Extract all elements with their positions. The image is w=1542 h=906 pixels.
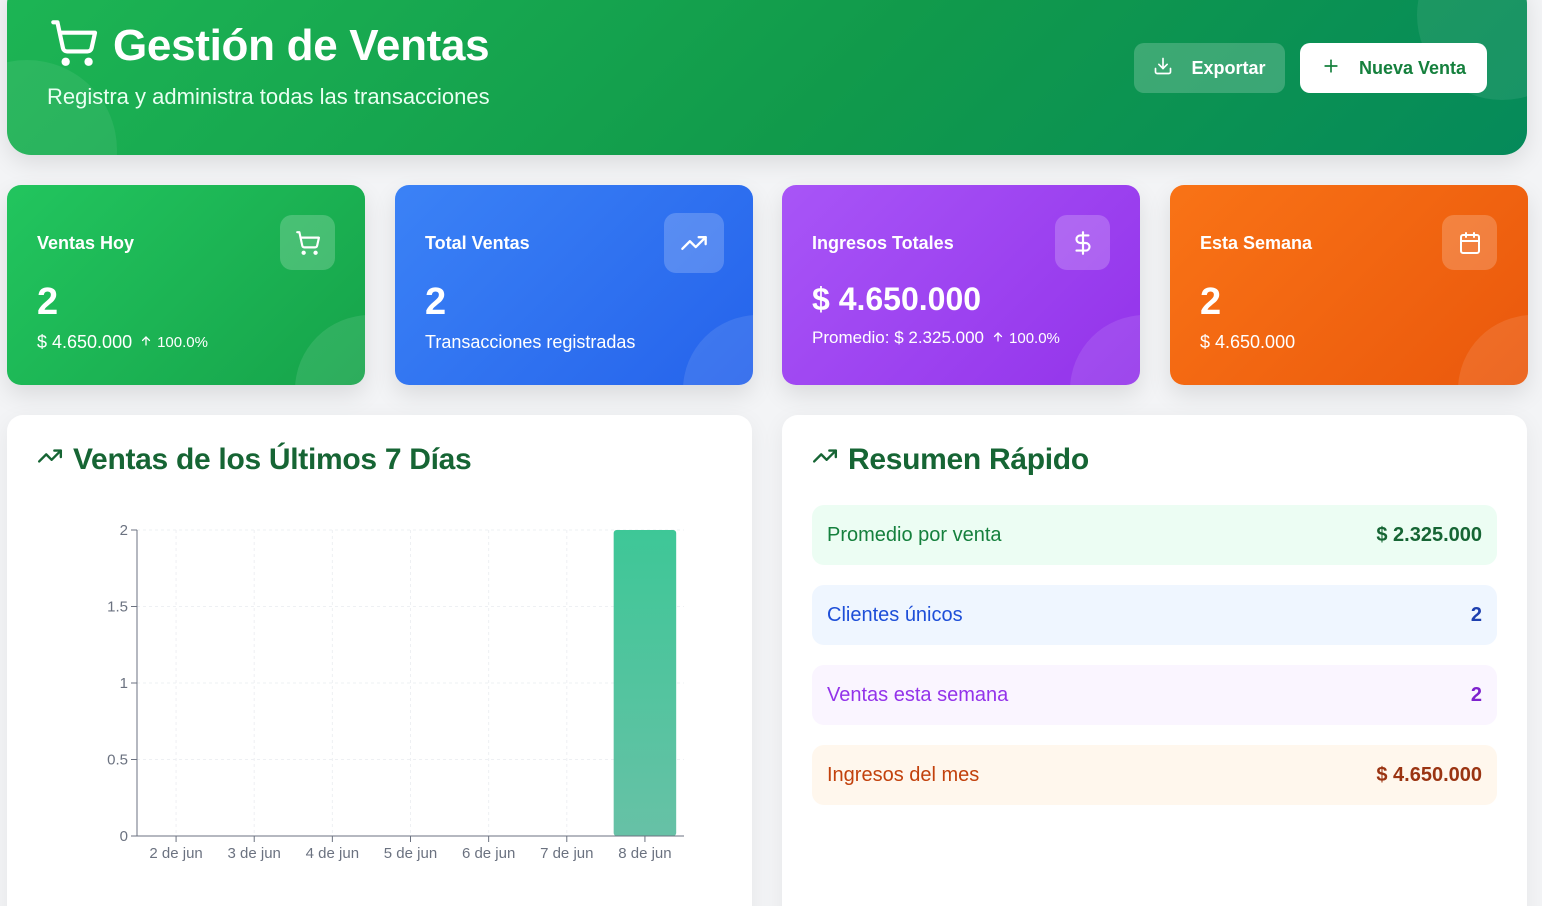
stat-sub-text: Promedio: $ 2.325.000 [812,328,985,347]
trending-up-icon [664,213,724,273]
stat-sub-text: $ 4.650.000 [1200,332,1296,352]
trend-value: 100.0% [1009,329,1060,347]
summary-row-week-sales: Ventas esta semana 2 [812,665,1497,725]
summary-row-clients: Clientes únicos 2 [812,585,1497,645]
quick-summary-panel: Resumen Rápido Promedio por venta $ 2.32… [782,415,1527,906]
sales-chart-panel: Ventas de los Últimos 7 Días 0 0.5 1 1.5 2 2 … [7,415,752,906]
y-tick-label: 2 [120,522,128,539]
stat-label: Esta Semana [1200,233,1313,253]
stat-card-esta-semana: Esta Semana 2 $ 4.650.000 [1170,185,1528,385]
decorative-circle [295,315,365,385]
stat-sub: Promedio: $ 2.325.000 100.0% [812,328,1060,348]
sales-bar-chart: 0 0.5 1 1.5 2 2 de jun 3 de jun 4 de jun 5 de ju… [107,522,684,862]
page-title-group: Gestión de Ventas [49,18,490,73]
cart-icon [49,18,99,73]
plus-icon [1321,56,1341,81]
stat-sub-text: $ 4.650.000 [37,332,133,352]
y-tick-label: 0 [120,828,128,845]
summary-row-value: $ 2.325.000 [1376,523,1482,546]
x-tick-label: 8 de jun [618,845,671,862]
cart-icon [280,215,335,270]
stat-label: Ventas Hoy [37,233,135,253]
export-button[interactable]: Exportar [1134,43,1285,93]
stat-label: Total Ventas [425,233,530,253]
stat-sub: Transacciones registradas [425,332,635,353]
y-tick-label: 1.5 [107,599,128,616]
stat-card-total-ventas: Total Ventas 2 Transacciones registradas [395,185,753,385]
new-sale-button[interactable]: Nueva Venta [1300,43,1487,93]
x-tick-label: 7 de jun [540,845,593,862]
x-tick-label: 5 de jun [384,845,437,862]
stat-card-ventas-hoy: Ventas Hoy 2 $ 4.650.000 100.0% [7,185,365,385]
x-tick-label: 4 de jun [306,845,359,862]
new-sale-label: Nueva Venta [1358,57,1467,78]
calendar-icon [1442,215,1497,270]
summary-row-label: Clientes únicos [827,603,963,626]
page-header: Gestión de Ventas Registra y administra … [7,0,1527,155]
summary-row-month-income: Ingresos del mes $ 4.650.000 [812,745,1497,805]
arrow-up-icon [140,334,152,351]
stat-value: 2 [37,281,59,323]
summary-row-value: 2 [1470,603,1482,626]
decorative-circle [1070,315,1140,385]
page-subtitle: Registra y administra todas las transacc… [47,84,490,109]
decorative-circle [1458,315,1528,385]
y-tick-label: 1 [120,675,128,692]
summary-row-label: Promedio por venta [827,523,1002,546]
stat-sub: $ 4.650.000 [1200,332,1295,353]
stat-value: $ 4.650.000 [812,281,982,317]
x-tick-label: 3 de jun [228,845,281,862]
stat-card-ingresos-totales: Ingresos Totales $ 4.650.000 Promedio: $… [782,185,1140,385]
trend-value: 100.0% [157,334,208,351]
summary-panel-title: Resumen Rápido [812,443,1089,477]
summary-row-label: Ingresos del mes [827,763,980,786]
summary-title: Resumen Rápido [848,443,1089,476]
x-tick-label: 6 de jun [462,845,515,862]
arrow-up-icon [992,330,1004,347]
summary-row-average: Promedio por venta $ 2.325.000 [812,505,1497,565]
chart-bar [613,530,677,836]
page-title: Gestión de Ventas [113,20,490,70]
trending-up-icon [812,443,838,477]
export-label: Exportar [1191,57,1266,78]
stat-sub: $ 4.650.000 100.0% [37,332,208,353]
y-tick-label: 0.5 [107,752,128,769]
x-tick-label: 2 de jun [149,845,202,862]
trend-indicator: 100.0% [992,330,1060,347]
summary-row-label: Ventas esta semana [827,683,1009,706]
summary-row-value: 2 [1470,683,1482,706]
stat-sub-text: Transacciones registradas [425,332,636,352]
download-icon [1153,56,1173,81]
stat-value: 2 [425,281,447,323]
decorative-circle [683,315,753,385]
stat-label: Ingresos Totales [812,233,954,253]
stat-value: 2 [1200,281,1222,323]
trend-indicator: 100.0% [140,334,208,351]
dollar-icon [1055,215,1110,270]
summary-row-value: $ 4.650.000 [1376,763,1482,786]
